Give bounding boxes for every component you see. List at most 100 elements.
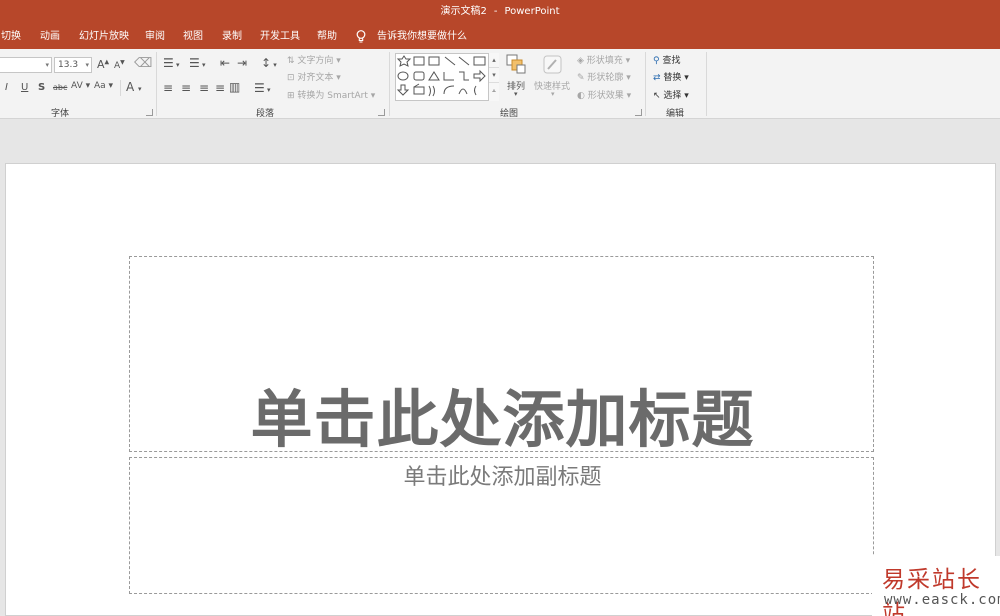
font-color-label: A (126, 80, 135, 94)
tab-review[interactable]: 审阅 (145, 24, 165, 49)
drawing-group-label: 绘图 (500, 109, 519, 119)
text-shadow-button[interactable]: S (38, 82, 45, 93)
change-case-button[interactable]: Aa ▾ (94, 81, 113, 91)
font-group-label: 字体 (51, 109, 70, 119)
gallery-more-icon[interactable]: ⩡ (489, 83, 499, 99)
effects-icon: ◐ (577, 91, 585, 101)
char-spacing-label: AV (71, 81, 83, 91)
clear-formatting-icon[interactable]: ⌫ (134, 56, 152, 71)
drawing-dialog-launcher[interactable] (635, 109, 642, 116)
chevron-down-icon: ▾ (514, 90, 518, 98)
subtitle-placeholder-text: 单击此处添加副标题 (403, 465, 602, 490)
numbering-icon[interactable]: ☰ ▾ (189, 56, 206, 70)
find-label: 查找 (662, 56, 681, 66)
title-placeholder[interactable]: 单击此处添加标题 (129, 256, 874, 456)
text-direction-button[interactable]: ⇅ 文字方向 ▾ (287, 53, 341, 66)
rounded-rect-shape-icon (413, 71, 425, 81)
find-button[interactable]: ⚲ 查找 (653, 53, 680, 66)
bullets-icon[interactable]: ☰ ▾ (163, 56, 180, 70)
chevron-down-icon: ▾ (85, 61, 89, 69)
align-columns-icon[interactable]: ☰ ▾ (254, 81, 271, 95)
tab-help[interactable]: 帮助 (317, 24, 337, 49)
font-name-combo[interactable]: ▾ (0, 57, 52, 73)
line-shape-icon (444, 56, 456, 66)
char-spacing-button[interactable]: AV ▾ (71, 81, 90, 91)
elbow-arrow-shape-icon (459, 71, 469, 81)
line-spacing-icon[interactable]: ↕ ▾ (261, 56, 277, 70)
pen-icon: ✎ (577, 73, 585, 83)
tab-slideshow[interactable]: 幻灯片放映 (79, 24, 129, 49)
tell-me-box[interactable]: 告诉我你想要做什么 (356, 24, 467, 49)
font-size-value: 13.3 (58, 60, 79, 70)
search-icon: ⚲ (653, 56, 660, 66)
font-color-button[interactable]: A ▾ (126, 80, 142, 94)
arc-shape-icon (443, 85, 455, 95)
increase-indent-icon[interactable]: ⇥ (237, 56, 247, 70)
replace-label: 替换 (663, 73, 682, 83)
grow-font-button[interactable]: A▲ (97, 58, 109, 71)
callout-shape-icon (413, 83, 425, 95)
watermark-url: www.easck.com (884, 592, 1000, 608)
align-text-label: 对齐文本 (297, 73, 334, 83)
tab-view[interactable]: 视图 (183, 24, 203, 49)
title-bar: 演示文稿2- PowerPoint (0, 0, 1000, 24)
justify-icon[interactable]: ≡ (215, 81, 225, 95)
ribbon: ▾ 13.3 ▾ A▲ A▼ ⌫ I U S abc AV ▾ Aa ▾ A ▾ … (0, 49, 1000, 119)
font-size-combo[interactable]: 13.3 ▾ (54, 57, 92, 73)
triangle-shape-icon (428, 71, 440, 81)
right-arrow-shape-icon (473, 69, 486, 83)
replace-button[interactable]: ⇄ 替换 ▾ (653, 70, 689, 83)
tab-record[interactable]: 录制 (222, 24, 242, 49)
paragraph-dialog-launcher[interactable] (378, 109, 385, 116)
vertical-textbox-shape-icon (428, 56, 440, 66)
slide-canvas[interactable]: 单击此处添加标题 单击此处添加副标题 (5, 163, 996, 616)
shapes-gallery[interactable] (395, 53, 499, 101)
italic-button[interactable]: I (5, 82, 8, 93)
gallery-scroll[interactable]: ▴ ▾ ⩡ (488, 53, 499, 101)
change-case-label: Aa (94, 81, 106, 91)
convert-smartart-label: 转换为 SmartArt (297, 91, 368, 101)
underline-button[interactable]: U (21, 82, 28, 93)
align-right-icon[interactable]: ≡ (199, 81, 209, 95)
ribbon-tab-bar: 切换 动画 幻灯片放映 审阅 视图 录制 开发工具 帮助 告诉我你想要做什么 (0, 24, 1000, 49)
align-center-icon[interactable]: ≡ (181, 81, 191, 95)
lightbulb-icon (356, 30, 366, 43)
select-button[interactable]: ↖ 选择 ▾ (653, 88, 689, 101)
chevron-down-icon: ▾ (45, 61, 49, 69)
tab-animations[interactable]: 动画 (40, 24, 60, 49)
quick-styles-button[interactable] (541, 53, 565, 80)
tab-transitions[interactable]: 切换 (1, 24, 21, 49)
app-name: PowerPoint (504, 6, 560, 17)
quick-styles-icon (543, 55, 562, 74)
strikethrough-button[interactable]: abc (53, 83, 67, 92)
tell-me-text: 告诉我你想要做什么 (377, 31, 467, 42)
chevron-down-icon[interactable]: ▾ (489, 68, 499, 83)
lightning-shape-icon (428, 85, 435, 97)
convert-smartart-button[interactable]: ⊞ 转换为 SmartArt ▾ (287, 88, 375, 101)
align-left-icon[interactable]: ≡ (163, 81, 173, 95)
font-dialog-launcher[interactable] (146, 109, 153, 116)
shape-fill-label: 形状填充 (586, 56, 623, 66)
elbow-connector-shape-icon (443, 72, 454, 81)
title-separator: - (493, 6, 498, 17)
chevron-up-icon[interactable]: ▴ (489, 53, 499, 68)
shape-effects-button[interactable]: ◐ 形状效果 ▾ (577, 88, 631, 101)
cursor-icon: ↖ (653, 91, 661, 101)
paragraph-group-label: 段落 (256, 109, 275, 119)
shape-fill-button[interactable]: ◈ 形状填充 ▾ (577, 53, 630, 66)
arrange-button[interactable] (505, 53, 527, 78)
chevron-down-icon: ▾ (551, 90, 555, 98)
align-text-button[interactable]: ⊡ 对齐文本 ▾ (287, 70, 341, 83)
arrange-icon (506, 54, 526, 74)
shape-effects-label: 形状效果 (587, 91, 624, 101)
shrink-font-button[interactable]: A▼ (114, 59, 125, 71)
tab-developer[interactable]: 开发工具 (260, 24, 300, 49)
shape-outline-button[interactable]: ✎ 形状轮廓 ▾ (577, 70, 631, 83)
grow-font-label: A (97, 58, 105, 71)
columns-icon[interactable]: ▥ (229, 80, 240, 94)
decrease-indent-icon[interactable]: ⇤ (220, 56, 230, 70)
watermark: 易采站长站 www.easck.com (872, 556, 1000, 616)
subtitle-placeholder[interactable]: 单击此处添加副标题 (129, 457, 874, 594)
paint-bucket-icon: ◈ (577, 56, 584, 66)
rectangle-shape-icon (473, 56, 486, 66)
